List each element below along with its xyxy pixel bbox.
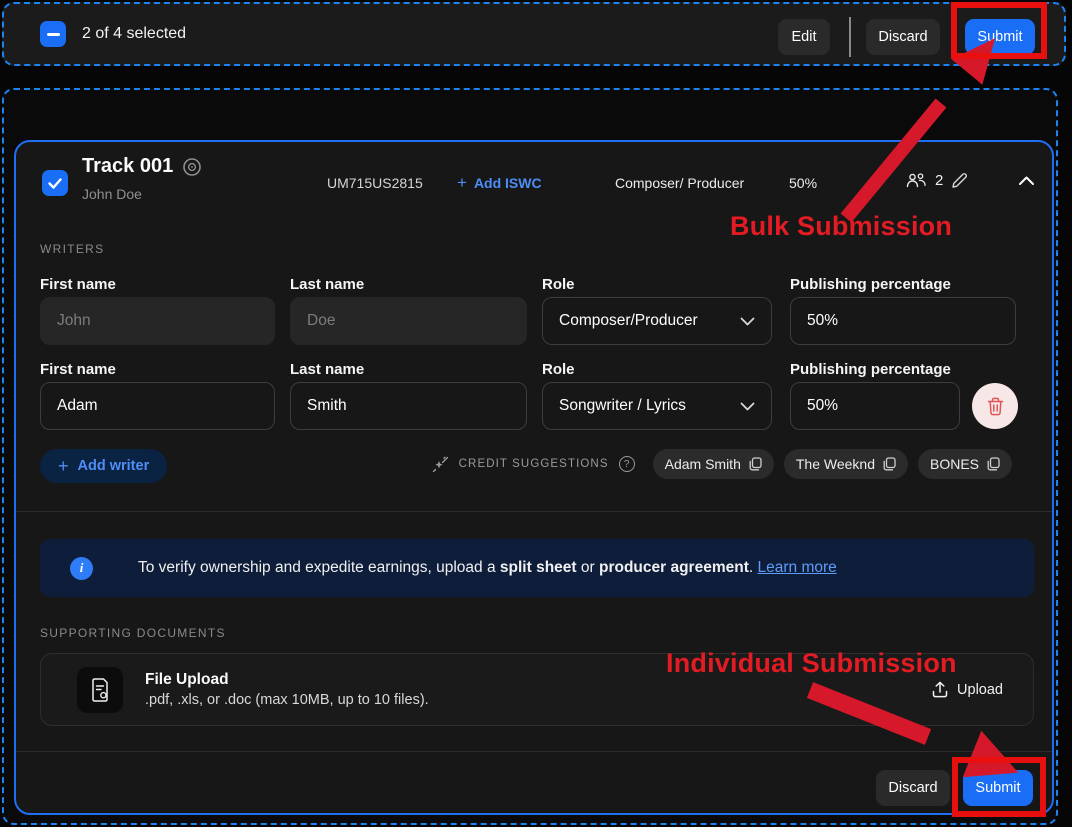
writers-group-icon: [905, 172, 928, 189]
writers-count-indicator: 2: [905, 172, 943, 189]
add-iswc-button[interactable]: + Add ISWC: [457, 173, 542, 193]
bulk-submit-button[interactable]: Submit: [965, 19, 1035, 55]
publishing-percentage-input-2[interactable]: [790, 382, 960, 430]
upload-label: Upload: [957, 682, 1003, 698]
role-select-1[interactable]: Composer/Producer: [542, 297, 772, 345]
info-icon: i: [70, 557, 93, 580]
publishing-percentage-input-1[interactable]: [790, 297, 1016, 345]
role-label-2: Role: [542, 361, 575, 378]
supporting-documents-heading: SUPPORTING DOCUMENTS: [40, 626, 226, 640]
chevron-down-icon: [740, 402, 755, 411]
role-select-2[interactable]: Songwriter / Lyrics: [542, 382, 772, 430]
bulk-selection-bar: 2 of 4 selected Edit Discard Submit: [2, 2, 1066, 66]
add-writer-label: Add writer: [78, 458, 150, 474]
track-title-row: Track 001: [82, 155, 202, 178]
track-artist: John Doe: [82, 186, 142, 202]
collapse-track-button[interactable]: [1018, 175, 1035, 186]
document-icon: [90, 678, 111, 702]
track-checkbox[interactable]: [42, 170, 68, 196]
chevron-up-icon: [1018, 175, 1035, 186]
trash-icon: [987, 397, 1004, 416]
track-role-value: Composer/ Producer: [615, 175, 744, 191]
suggestion-label: The Weeknd: [796, 456, 875, 472]
suggestion-label: Adam Smith: [665, 456, 741, 472]
last-name-label-2: Last name: [290, 361, 364, 378]
copy-icon: [987, 457, 1000, 471]
banner-text-prefix: To verify ownership and expedite earning…: [138, 559, 500, 576]
copy-icon: [883, 457, 896, 471]
role-value-1: Composer/Producer: [559, 312, 698, 330]
banner-text-suffix: .: [749, 559, 758, 576]
banner-bold-producer-agreement: producer agreement: [599, 559, 749, 576]
last-name-input-1: [290, 297, 527, 345]
suggestion-chip-bones[interactable]: BONES: [918, 449, 1012, 479]
sparkle-wand-icon: [432, 456, 449, 473]
plus-icon: +: [457, 173, 467, 193]
first-name-input-2[interactable]: [40, 382, 275, 430]
add-iswc-label: Add ISWC: [474, 175, 542, 191]
file-upload-card[interactable]: File Upload .pdf, .xls, or .doc (max 10M…: [40, 653, 1034, 726]
banner-bold-split-sheet: split sheet: [500, 559, 577, 576]
document-icon-tile: [77, 667, 123, 713]
chevron-down-icon: [740, 317, 755, 326]
credit-suggestions-row: CREDIT SUGGESTIONS ? Adam Smith The Week…: [432, 449, 1012, 479]
file-upload-subtitle: .pdf, .xls, or .doc (max 10MB, up to 10 …: [145, 692, 429, 708]
writers-section-heading: WRITERS: [40, 242, 104, 256]
role-label-1: Role: [542, 276, 575, 293]
last-name-label-1: Last name: [290, 276, 364, 293]
first-name-label-2: First name: [40, 361, 116, 378]
suggestion-chip-adam-smith[interactable]: Adam Smith: [653, 449, 774, 479]
track-isrc-value: UM715US2815: [327, 175, 423, 191]
credit-suggestions-label: CREDIT SUGGESTIONS: [459, 458, 609, 470]
upload-icon: [932, 681, 948, 698]
suggestion-label: BONES: [930, 456, 979, 472]
publishing-percentage-label-1: Publishing percentage: [790, 276, 951, 293]
info-banner: i To verify ownership and expedite earni…: [40, 539, 1034, 597]
divider: [16, 511, 1052, 512]
vinyl-disc-icon: [182, 157, 202, 177]
upload-button[interactable]: Upload: [932, 681, 1003, 698]
delete-writer-button[interactable]: [972, 383, 1018, 429]
track-percentage-value: 50%: [789, 175, 817, 191]
track-submit-button[interactable]: Submit: [963, 770, 1033, 806]
last-name-input-2[interactable]: [290, 382, 527, 430]
writers-count: 2: [935, 172, 943, 189]
track-title: Track 001: [82, 155, 173, 178]
bulk-submission-page: 2 of 4 selected Edit Discard Submit Trac…: [0, 0, 1072, 827]
pencil-icon: [950, 171, 969, 190]
plus-icon: +: [58, 456, 69, 477]
edit-button[interactable]: Edit: [778, 19, 830, 55]
suggestion-chip-the-weeknd[interactable]: The Weeknd: [784, 449, 908, 479]
help-icon[interactable]: ?: [619, 456, 635, 472]
divider: [16, 751, 1052, 752]
bulk-discard-button[interactable]: Discard: [866, 19, 940, 55]
indeterminate-icon: [47, 33, 60, 36]
add-writer-button[interactable]: + Add writer: [40, 449, 167, 483]
publishing-percentage-label-2: Publishing percentage: [790, 361, 951, 378]
role-value-2: Songwriter / Lyrics: [559, 397, 686, 415]
track-discard-button[interactable]: Discard: [876, 770, 950, 806]
first-name-label-1: First name: [40, 276, 116, 293]
check-icon: [48, 178, 62, 189]
banner-text-mid: or: [577, 559, 599, 576]
track-card: Track 001 John Doe UM715US2815 + Add ISW…: [14, 140, 1054, 815]
file-upload-title: File Upload: [145, 671, 429, 689]
bulk-select-checkbox[interactable]: [40, 21, 66, 47]
edit-track-button[interactable]: [950, 171, 969, 190]
info-banner-text: To verify ownership and expedite earning…: [138, 559, 837, 577]
toolbar-divider: [849, 17, 851, 57]
first-name-input-1: [40, 297, 275, 345]
learn-more-link[interactable]: Learn more: [758, 559, 837, 576]
copy-icon: [749, 457, 762, 471]
file-upload-texts: File Upload .pdf, .xls, or .doc (max 10M…: [145, 671, 429, 708]
selected-count-text: 2 of 4 selected: [82, 25, 186, 43]
